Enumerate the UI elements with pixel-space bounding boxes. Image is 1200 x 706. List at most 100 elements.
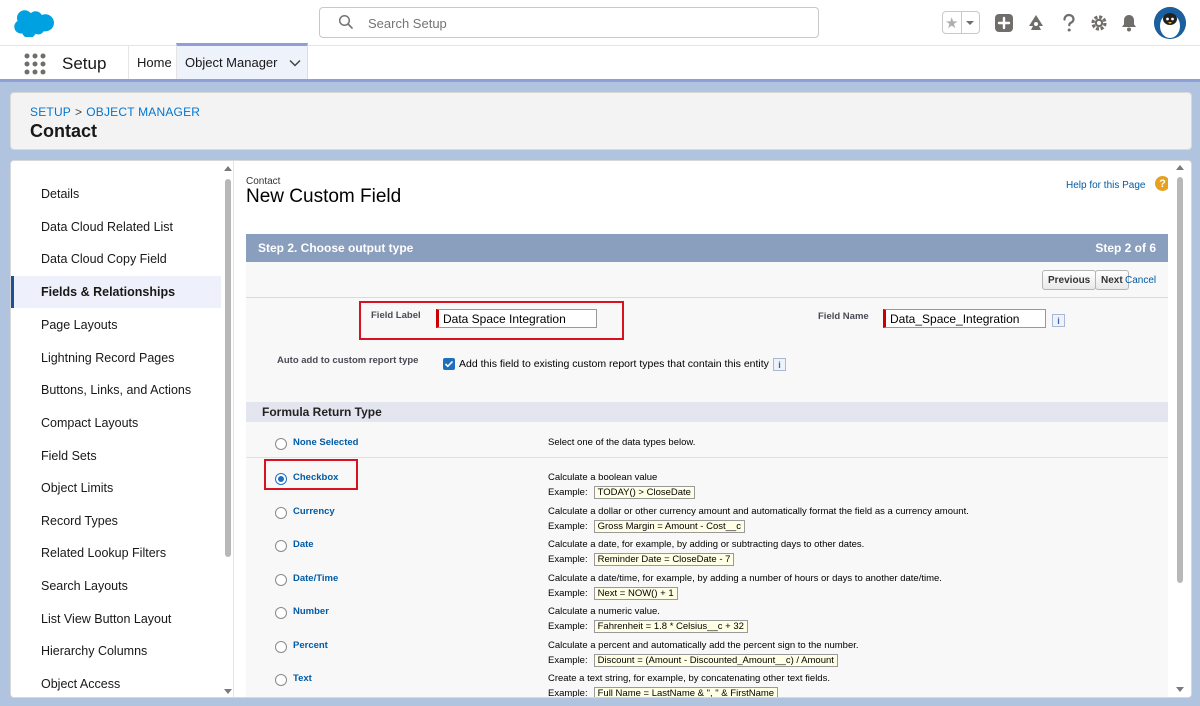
option-number[interactable]: Number Calculate a numeric value. Exampl… bbox=[246, 600, 1168, 633]
add-icon[interactable] bbox=[993, 12, 1015, 34]
option-example: Example: Next = NOW() + 1 bbox=[548, 587, 678, 600]
option-percent[interactable]: Percent Calculate a percent and automati… bbox=[246, 634, 1168, 667]
option-currency[interactable]: Currency Calculate a dollar or other cur… bbox=[246, 500, 1168, 533]
option-label[interactable]: Date bbox=[293, 539, 314, 550]
sidebar-item-data-cloud-copy-field[interactable]: Data Cloud Copy Field bbox=[11, 243, 221, 275]
option-label[interactable]: Currency bbox=[293, 506, 335, 517]
help-icon[interactable] bbox=[1058, 12, 1080, 34]
checkmark-icon bbox=[444, 360, 454, 368]
sidebar-item-record-types[interactable]: Record Types bbox=[11, 505, 221, 537]
help-for-page-link[interactable]: Help for this Page bbox=[1066, 180, 1146, 191]
radio-date-time[interactable] bbox=[275, 574, 287, 586]
radio-text[interactable] bbox=[275, 674, 287, 686]
example-code: Reminder Date = CloseDate - 7 bbox=[593, 553, 735, 566]
radio-date[interactable] bbox=[275, 540, 287, 552]
option-text[interactable]: Text Create a text string, for example, … bbox=[246, 667, 1168, 697]
auto-add-info-icon[interactable]: i bbox=[773, 358, 786, 371]
example-code: Full Name = LastName & ", " & FirstName bbox=[593, 687, 779, 697]
search-setup-box[interactable] bbox=[319, 7, 819, 38]
user-avatar[interactable] bbox=[1154, 7, 1186, 39]
sidebar-item-related-lookup-filters[interactable]: Related Lookup Filters bbox=[11, 537, 221, 569]
tab-home[interactable]: Home bbox=[128, 46, 176, 79]
breadcrumb-object-manager-link[interactable]: OBJECT MANAGER bbox=[86, 105, 200, 119]
sidebar-item-compact-layouts[interactable]: Compact Layouts bbox=[11, 407, 221, 439]
sidebar-item-data-cloud-related-list[interactable]: Data Cloud Related List bbox=[11, 211, 221, 243]
radio-none-selected[interactable] bbox=[275, 438, 287, 450]
option-date-time[interactable]: Date/Time Calculate a date/time, for exa… bbox=[246, 567, 1168, 600]
sidebar-item-search-layouts[interactable]: Search Layouts bbox=[11, 570, 221, 602]
option-label[interactable]: Percent bbox=[293, 640, 328, 651]
option-label[interactable]: Number bbox=[293, 606, 329, 617]
option-label[interactable]: None Selected bbox=[293, 437, 358, 448]
new-custom-field-content: Contact New Custom Field Help for this P… bbox=[234, 161, 1170, 697]
sidebar-item-buttons-links-actions[interactable]: Buttons, Links, and Actions bbox=[11, 374, 221, 406]
salesforce-logo[interactable] bbox=[14, 9, 55, 39]
search-input[interactable] bbox=[368, 12, 798, 34]
notification-bell-icon[interactable] bbox=[1118, 12, 1140, 34]
sidebar-item-details[interactable]: Details bbox=[11, 178, 221, 210]
chevron-down-icon[interactable] bbox=[288, 56, 302, 70]
option-example: Example: Fahrenheit = 1.8 * Celsius__c + … bbox=[548, 620, 748, 633]
trailhead-icon[interactable] bbox=[1025, 12, 1047, 34]
sidebar-scroll-thumb[interactable] bbox=[225, 179, 231, 557]
cancel-link[interactable]: Cancel bbox=[1125, 275, 1156, 286]
checkbox-option-highlight bbox=[264, 459, 358, 490]
auto-add-label: Auto add to custom report type bbox=[277, 355, 419, 366]
radio-percent[interactable] bbox=[275, 641, 287, 653]
breadcrumb-setup-link[interactable]: SETUP bbox=[30, 105, 71, 119]
auto-add-text: Add this field to existing custom report… bbox=[459, 358, 769, 370]
content-scroll-thumb[interactable] bbox=[1177, 177, 1183, 583]
sidebar-item-fields-relationships[interactable]: Fields & Relationships bbox=[11, 276, 221, 308]
object-sidebar: Details Data Cloud Related List Data Clo… bbox=[11, 161, 233, 697]
option-date[interactable]: Date Calculate a date, for example, by a… bbox=[246, 533, 1168, 566]
radio-number[interactable] bbox=[275, 607, 287, 619]
sidebar-item-lightning-record-pages[interactable]: Lightning Record Pages bbox=[11, 342, 221, 374]
previous-button[interactable]: Previous bbox=[1042, 270, 1097, 290]
scroll-down-arrow-icon[interactable] bbox=[1176, 685, 1184, 693]
main-card: Details Data Cloud Related List Data Clo… bbox=[10, 160, 1192, 698]
option-description: Select one of the data types below. bbox=[548, 437, 696, 448]
field-name-input[interactable] bbox=[883, 309, 1046, 328]
favorites-group[interactable]: ★ bbox=[942, 11, 980, 34]
sidebar-item-hierarchy-columns[interactable]: Hierarchy Columns bbox=[11, 635, 221, 667]
favorites-dropdown-icon[interactable] bbox=[962, 12, 980, 33]
sidebar-item-field-sets[interactable]: Field Sets bbox=[11, 440, 221, 472]
scroll-up-arrow-icon[interactable] bbox=[1176, 164, 1184, 172]
sidebar-item-object-access[interactable]: Object Access bbox=[11, 668, 221, 697]
option-separator bbox=[246, 457, 1168, 458]
option-description: Calculate a date, for example, by adding… bbox=[548, 539, 865, 550]
content-scrollbar[interactable] bbox=[1168, 161, 1191, 697]
global-header: ★ bbox=[0, 0, 1200, 46]
next-button[interactable]: Next bbox=[1095, 270, 1129, 290]
tab-home-label: Home bbox=[137, 55, 172, 70]
auto-add-checkbox[interactable] bbox=[443, 358, 455, 370]
gear-icon[interactable] bbox=[1088, 12, 1110, 34]
sidebar-item-list-view-button-layout[interactable]: List View Button Layout bbox=[11, 603, 221, 635]
field-name-info-icon[interactable]: i bbox=[1052, 314, 1065, 327]
app-launcher-icon[interactable] bbox=[24, 53, 46, 75]
tab-object-manager[interactable]: Object Manager bbox=[176, 43, 308, 79]
option-description: Calculate a numeric value. bbox=[548, 606, 660, 617]
search-icon bbox=[338, 14, 354, 30]
favorites-star-icon[interactable]: ★ bbox=[943, 12, 962, 33]
option-none-selected[interactable]: None Selected Select one of the data typ… bbox=[246, 431, 1168, 464]
sidebar-item-object-limits[interactable]: Object Limits bbox=[11, 472, 221, 504]
option-example: Example: TODAY() > CloseDate bbox=[548, 486, 695, 499]
scroll-up-arrow-icon[interactable] bbox=[224, 165, 232, 173]
option-example: Example: Reminder Date = CloseDate - 7 bbox=[548, 553, 735, 566]
breadcrumb-separator: > bbox=[75, 105, 83, 119]
context-bar: Setup Home Object Manager bbox=[0, 43, 1200, 82]
app-name: Setup bbox=[62, 54, 107, 73]
sidebar-scrollbar[interactable] bbox=[223, 165, 233, 695]
scroll-down-arrow-icon[interactable] bbox=[224, 687, 232, 695]
sidebar-item-page-layouts[interactable]: Page Layouts bbox=[11, 309, 221, 341]
option-description: Calculate a boolean value bbox=[548, 472, 658, 483]
example-code: TODAY() > CloseDate bbox=[593, 486, 695, 499]
option-checkbox[interactable]: Checkbox Calculate a boolean value Examp… bbox=[246, 466, 1168, 499]
radio-currency[interactable] bbox=[275, 507, 287, 519]
option-label[interactable]: Date/Time bbox=[293, 573, 338, 584]
option-label[interactable]: Text bbox=[293, 673, 312, 684]
option-description: Calculate a percent and automatically ad… bbox=[548, 640, 859, 651]
option-example: Example: Full Name = LastName & ", " & Fi… bbox=[548, 687, 779, 697]
option-description: Calculate a dollar or other currency amo… bbox=[548, 506, 969, 517]
